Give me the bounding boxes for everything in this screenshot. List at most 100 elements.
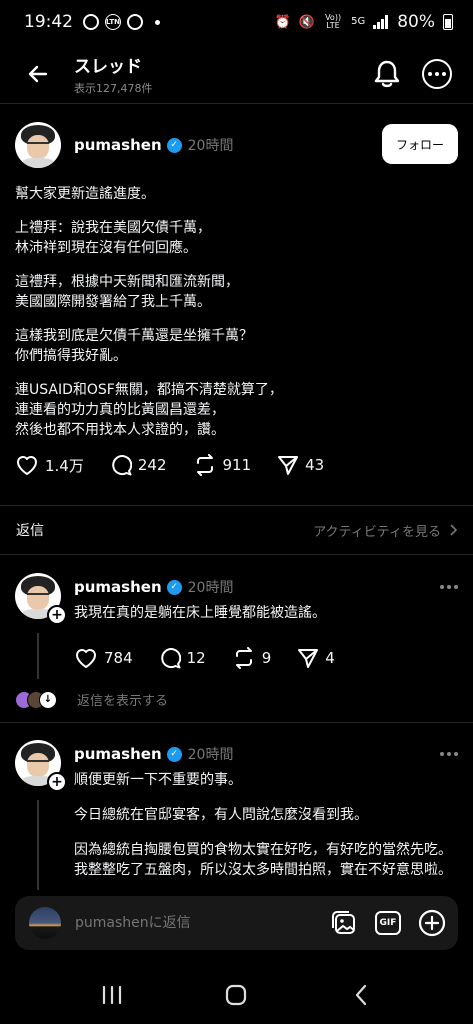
post-time: 20時間	[187, 138, 234, 154]
reply-item: + pumashen ✓ 20時間 順便更新一下不重要的事。 今日總統在官邸宴客…	[15, 740, 458, 890]
page-title: スレッド	[74, 56, 142, 77]
back-button[interactable]	[18, 54, 58, 94]
comment-count: 12	[186, 649, 206, 667]
post-paragraph: 連USAID和OSF無關，都搞不清楚就算了， 連連看的功力真的比黃國昌還差， 然…	[15, 382, 283, 438]
composer-tools: GIF	[330, 909, 446, 937]
follow-plus-icon[interactable]: +	[47, 772, 67, 792]
arrow-down-icon: ↓	[39, 690, 57, 709]
status-bar: 19:42 LTN ⏰ 🔇 Vo)) LTE 5G 80%	[0, 0, 473, 44]
main-post: pumashen ✓ 20時間 フォロー 幫大家更新造謠進度。 上禮拜：說我在美…	[15, 120, 458, 476]
reply-paragraph: 因為總統自掏腰包買的食物太實在好吃，有好吃的當然先吃。我整整吃了五盤肉，所以沒太…	[74, 842, 452, 878]
show-replies-label: 返信を表示する	[77, 694, 169, 709]
repost-count: 9	[261, 649, 272, 667]
reply-author-name[interactable]: pumashen	[74, 578, 162, 596]
reply-avatar[interactable]: +	[15, 573, 67, 625]
threads-notification-icon	[83, 14, 99, 30]
follow-button[interactable]: フォロー	[382, 124, 458, 164]
follow-plus-icon[interactable]: +	[47, 605, 67, 625]
gif-button[interactable]: GIF	[374, 909, 402, 937]
reply-item: + pumashen ✓ 20時間 我現在真的是躺在床上睡覺都能被造謠。 784…	[15, 573, 458, 683]
repost-icon	[235, 647, 252, 669]
verified-badge-icon: ✓	[166, 579, 182, 595]
reply-paragraph: 我現在真的是躺在床上睡覺都能被造謠。	[74, 605, 326, 621]
system-nav-bar	[0, 966, 473, 1024]
recent-apps-button[interactable]	[90, 973, 134, 1017]
more-circle-icon	[422, 58, 452, 89]
chevron-left-icon	[355, 984, 366, 1006]
post-paragraph: 這樣我到底是欠債千萬還是坐擁千萬？ 你們搞得我好亂。	[15, 328, 253, 364]
reply-author-name[interactable]: pumashen	[74, 745, 162, 763]
more-options-button[interactable]	[421, 58, 453, 90]
author-name[interactable]: pumashen	[74, 136, 162, 154]
arrow-left-icon	[28, 65, 48, 82]
comment-button[interactable]: 12	[159, 647, 206, 669]
heart-icon	[17, 456, 37, 475]
reply-avatar[interactable]: +	[15, 740, 67, 792]
view-activity-label: アクティビティを見る	[313, 524, 441, 540]
share-button[interactable]: 4	[297, 647, 335, 669]
attach-image-button[interactable]	[330, 909, 358, 937]
comment-icon	[112, 455, 132, 476]
author-avatar[interactable]	[15, 122, 61, 168]
reply-avatars: ↓	[15, 690, 57, 709]
top-app-bar: スレッド 表示127,478件	[0, 44, 473, 104]
notifications-button[interactable]	[371, 58, 403, 90]
post-paragraph: 幫大家更新造謠進度。	[15, 186, 155, 202]
back-nav-button[interactable]	[339, 973, 383, 1017]
divider	[0, 722, 473, 723]
repost-icon	[196, 454, 213, 476]
like-button[interactable]: 1.4万	[15, 454, 84, 476]
bell-icon	[374, 60, 400, 87]
add-button[interactable]	[418, 909, 446, 937]
reply-time: 20時間	[187, 580, 234, 596]
repost-button[interactable]: 9	[232, 647, 272, 669]
post-paragraph: 上禮拜：說我在美國欠債千萬， 林沛祥到現在沒有任何回應。	[15, 220, 211, 256]
battery-percent: 80%	[397, 12, 435, 32]
share-count: 4	[325, 649, 335, 667]
app-notification-icon	[127, 14, 143, 30]
mute-icon: 🔇	[298, 14, 316, 30]
comment-count: 242	[137, 456, 167, 474]
replies-bar: 返信 アクティビティを見る	[0, 505, 473, 555]
reply-text: 我現在真的是躺在床上睡覺都能被造謠。	[74, 603, 454, 638]
view-activity-link[interactable]: アクティビティを見る	[313, 521, 457, 540]
gif-icon: GIF	[375, 911, 401, 935]
current-user-avatar	[29, 907, 61, 939]
post-actions: 1.4万 242 911 43	[15, 454, 458, 476]
reply-time: 20時間	[187, 747, 234, 763]
reply-header: pumashen ✓ 20時間	[74, 577, 458, 597]
show-replies-row[interactable]: ↓ 返信を表示する	[15, 690, 458, 709]
post-paragraph: 這禮拜，根據中天新聞和匯流新聞， 美國國際開發署給了我上千萬。	[15, 274, 239, 310]
like-button[interactable]: 784	[74, 647, 133, 669]
network-label: 5G	[351, 16, 366, 27]
recent-apps-icon	[103, 985, 122, 1005]
replies-label: 返信	[16, 523, 44, 539]
home-icon	[226, 984, 247, 1006]
reply-text: 順便更新一下不重要的事。 今日總統在官邸宴客，有人問說怎麼沒看到我。 因為總統自…	[74, 770, 454, 895]
verified-badge-icon: ✓	[166, 137, 182, 153]
send-icon	[298, 649, 319, 668]
more-notifications-dot-icon	[155, 19, 160, 25]
post-author-row: pumashen ✓ 20時間 フォロー	[15, 120, 458, 170]
reply-more-button[interactable]	[440, 752, 458, 756]
reply-header: pumashen ✓ 20時間	[74, 744, 458, 764]
status-right: ⏰ 🔇 Vo)) LTE 5G 80%	[275, 12, 453, 32]
reply-paragraph: 今日總統在官邸宴客，有人問說怎麼沒看到我。	[74, 807, 368, 823]
reply-input[interactable]	[75, 915, 330, 931]
comment-button[interactable]: 242	[110, 454, 167, 476]
ltn-notification-icon: LTN	[105, 14, 121, 30]
like-count: 1.4万	[45, 456, 84, 475]
post-body: 幫大家更新造謠進度。 上禮拜：說我在美國欠債千萬， 林沛祥到現在沒有任何回應。 …	[15, 184, 458, 440]
repost-button[interactable]: 911	[193, 454, 251, 476]
thread-line	[37, 800, 39, 890]
header-actions	[371, 58, 453, 90]
send-icon	[278, 456, 299, 475]
reply-actions: 784 12 9 4	[74, 647, 335, 669]
heart-icon	[76, 649, 96, 668]
share-button[interactable]: 43	[277, 454, 324, 476]
home-button[interactable]	[214, 973, 258, 1017]
battery-icon	[443, 14, 453, 30]
notification-icons: LTN	[83, 14, 160, 30]
thread-line	[37, 633, 39, 679]
reply-more-button[interactable]	[440, 585, 458, 589]
